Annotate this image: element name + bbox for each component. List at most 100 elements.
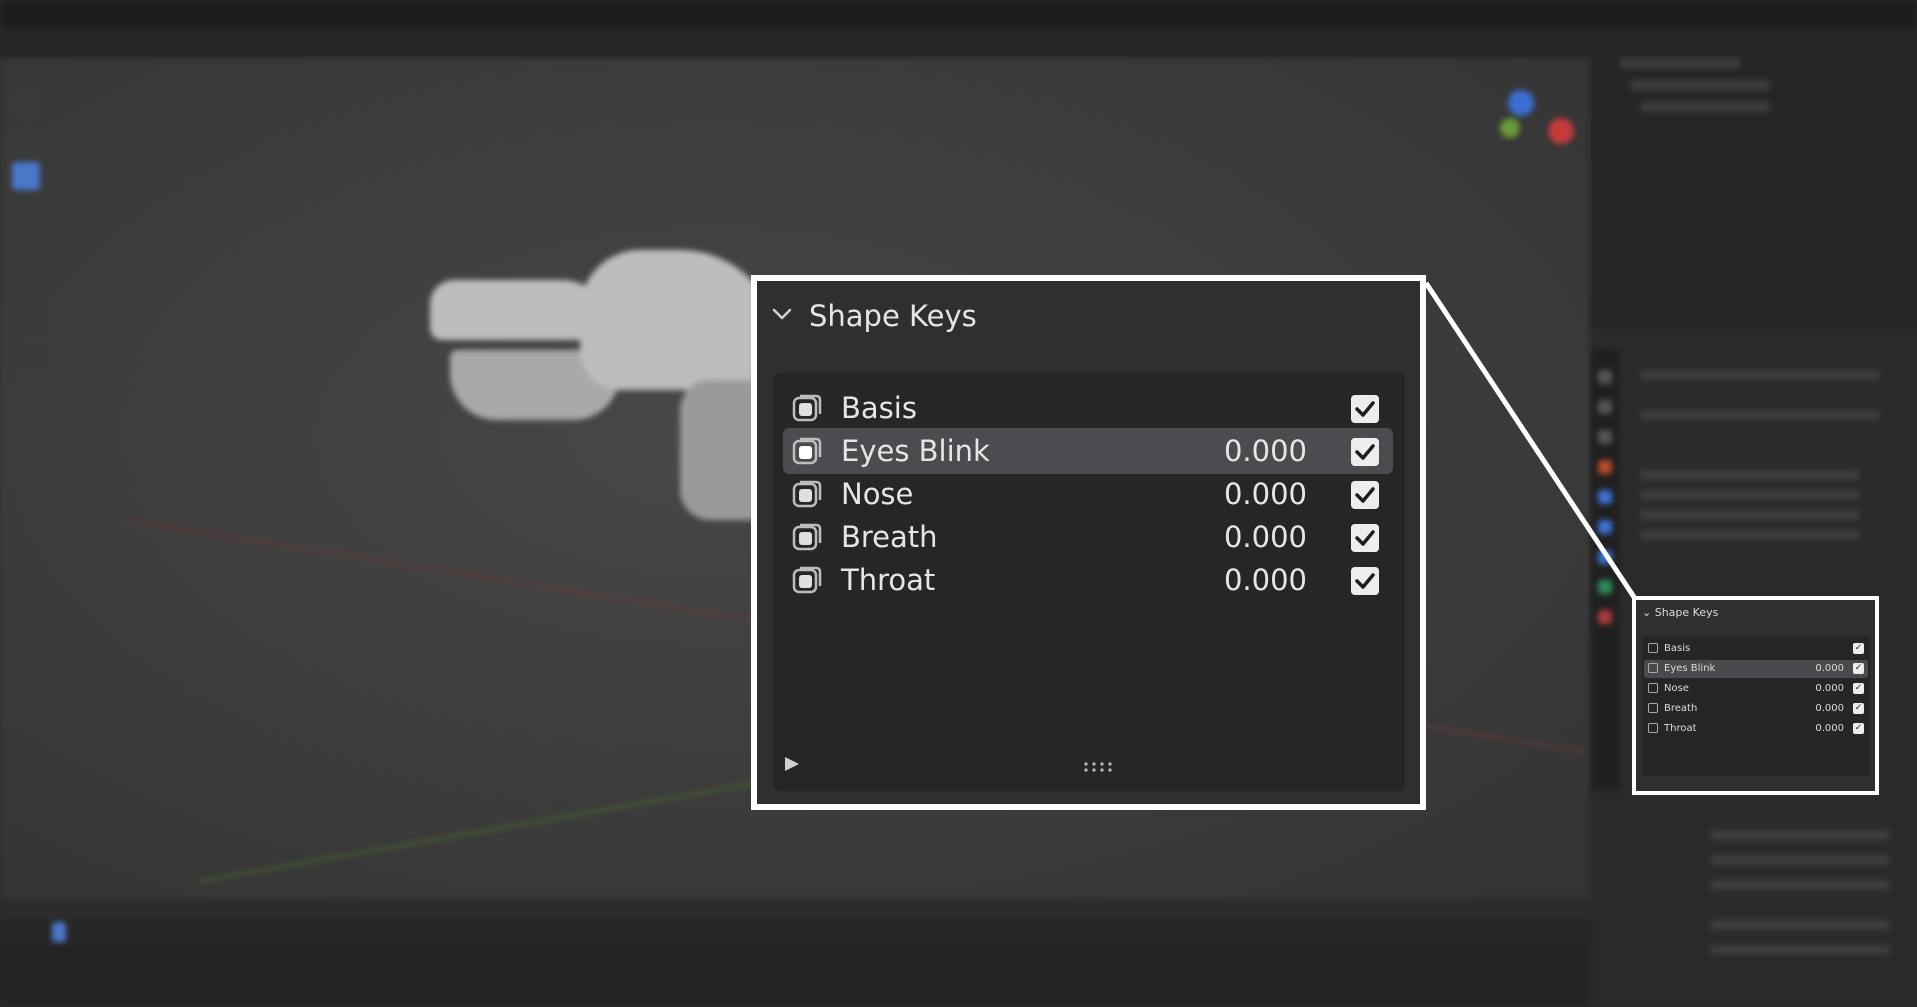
- small-shape-key-name: Breath: [1664, 703, 1698, 714]
- panel-title: Shape Keys: [809, 299, 977, 333]
- shape-key-name: Nose: [841, 477, 914, 511]
- drag-dots-icon[interactable]: [1083, 761, 1113, 773]
- small-shape-key-checkbox[interactable]: ✓: [1853, 723, 1864, 734]
- vertex-group-row: [1640, 530, 1860, 540]
- render-tab-icon[interactable]: [1598, 400, 1612, 414]
- small-shape-key-row[interactable]: Breath 0.000 ✓: [1644, 700, 1868, 718]
- shape-key-icon: [792, 394, 822, 422]
- properties-row: [1710, 830, 1890, 840]
- shape-key-value[interactable]: 0.000: [1224, 477, 1307, 511]
- shape-key-enabled-checkbox[interactable]: [1351, 438, 1379, 466]
- tool-tab-icon[interactable]: [1598, 370, 1612, 384]
- shape-key-icon: [1648, 643, 1658, 653]
- small-shape-key-name: Nose: [1664, 683, 1689, 694]
- shape-keys-panel-original: ⌄ Shape Keys Basis ✓ Eyes Blink 0.000 ✓ …: [1632, 596, 1879, 795]
- scale-tool[interactable]: [12, 234, 40, 262]
- outliner-panel[interactable]: [1590, 28, 1917, 328]
- select-tool[interactable]: [12, 162, 40, 190]
- vertex-group-row: [1640, 490, 1860, 500]
- shape-key-enabled-checkbox[interactable]: [1351, 395, 1379, 423]
- properties-row: [1640, 370, 1880, 380]
- tool-shelf: [6, 90, 50, 420]
- shape-key-value[interactable]: 0.000: [1224, 520, 1307, 554]
- material-tab-icon[interactable]: [1598, 610, 1612, 624]
- small-shape-key-name: Basis: [1664, 643, 1691, 654]
- properties-row: [1710, 855, 1890, 865]
- shape-key-icon: [1648, 663, 1658, 673]
- outliner-row[interactable]: [1630, 80, 1770, 90]
- properties-row: [1710, 920, 1890, 930]
- shape-key-row-throat[interactable]: Throat 0.000: [783, 557, 1393, 603]
- small-shape-key-name: Eyes Blink: [1664, 663, 1716, 674]
- shape-key-icon: [1648, 703, 1658, 713]
- annotate-tool[interactable]: [12, 306, 40, 334]
- timeline-playhead[interactable]: [52, 922, 66, 942]
- small-shape-key-list: Basis ✓ Eyes Blink 0.000 ✓ Nose 0.000 ✓ …: [1642, 636, 1870, 776]
- small-shape-key-checkbox[interactable]: ✓: [1853, 643, 1864, 654]
- shape-key-icon: [792, 480, 822, 508]
- shape-key-enabled-checkbox[interactable]: [1351, 524, 1379, 552]
- shape-key-name: Basis: [841, 391, 917, 425]
- small-shape-key-row[interactable]: Nose 0.000 ✓: [1644, 680, 1868, 698]
- properties-row: [1640, 410, 1880, 420]
- shape-key-list[interactable]: Basis Eyes Blink 0.000 Nose 0.000 Breath…: [773, 373, 1405, 791]
- small-shape-key-name: Throat: [1664, 723, 1697, 734]
- modifier-tab-icon[interactable]: [1598, 490, 1612, 504]
- properties-row: [1710, 880, 1890, 890]
- shape-key-icon: [792, 566, 822, 594]
- small-shape-key-checkbox[interactable]: ✓: [1853, 703, 1864, 714]
- outliner-row[interactable]: [1640, 102, 1770, 112]
- play-triangle-icon[interactable]: [783, 755, 801, 773]
- small-shape-key-row[interactable]: Throat 0.000 ✓: [1644, 720, 1868, 738]
- small-shape-key-checkbox[interactable]: ✓: [1853, 683, 1864, 694]
- cursor-tool[interactable]: [12, 90, 40, 118]
- shape-key-name: Eyes Blink: [841, 434, 990, 468]
- small-shape-key-value[interactable]: 0.000: [1815, 663, 1844, 674]
- shape-key-enabled-checkbox[interactable]: [1351, 567, 1379, 595]
- properties-row: [1710, 945, 1890, 955]
- rotate-tool[interactable]: [12, 198, 40, 226]
- properties-tab-bar: [1590, 350, 1620, 790]
- shape-key-value[interactable]: 0.000: [1224, 563, 1307, 597]
- timeline-ruler[interactable]: [0, 922, 1590, 944]
- object-tab-icon[interactable]: [1598, 460, 1612, 474]
- chevron-down-icon[interactable]: [771, 303, 793, 325]
- shape-key-icon: [1648, 683, 1658, 693]
- top-menu-bar: [0, 0, 1917, 28]
- gizmo-y-icon[interactable]: [1500, 118, 1520, 138]
- small-shape-key-row[interactable]: Basis ✓: [1644, 640, 1868, 658]
- small-panel-title-text: Shape Keys: [1654, 606, 1719, 619]
- data-tab-icon[interactable]: [1598, 580, 1612, 594]
- small-chevron-icon: ⌄: [1642, 606, 1655, 619]
- measure-tool[interactable]: [12, 342, 40, 370]
- physics-tab-icon[interactable]: [1598, 550, 1612, 564]
- small-shape-key-row[interactable]: Eyes Blink 0.000 ✓: [1644, 660, 1868, 678]
- small-shape-key-checkbox[interactable]: ✓: [1853, 663, 1864, 674]
- shape-key-row-basis[interactable]: Basis: [783, 385, 1393, 431]
- transform-tool[interactable]: [12, 270, 40, 298]
- viewport-header: [0, 28, 1590, 58]
- small-panel-title[interactable]: ⌄ Shape Keys: [1642, 606, 1718, 619]
- move-tool[interactable]: [12, 126, 40, 154]
- shape-key-name: Throat: [841, 563, 936, 597]
- small-shape-key-value[interactable]: 0.000: [1815, 723, 1844, 734]
- vertex-group-row: [1640, 470, 1860, 480]
- shape-key-icon: [1648, 723, 1658, 733]
- shape-key-name: Breath: [841, 520, 938, 554]
- shape-key-value[interactable]: 0.000: [1224, 434, 1307, 468]
- output-tab-icon[interactable]: [1598, 430, 1612, 444]
- small-shape-key-value[interactable]: 0.000: [1815, 703, 1844, 714]
- timeline-header: [0, 898, 1590, 920]
- shape-key-row-eyes-blink[interactable]: Eyes Blink 0.000: [783, 428, 1393, 474]
- vertex-group-row: [1640, 510, 1860, 520]
- shape-key-row-nose[interactable]: Nose 0.000: [783, 471, 1393, 517]
- shape-key-row-breath[interactable]: Breath 0.000: [783, 514, 1393, 560]
- outliner-row[interactable]: [1620, 58, 1740, 68]
- small-shape-key-value[interactable]: 0.000: [1815, 683, 1844, 694]
- gizmo-x-icon[interactable]: [1548, 118, 1574, 144]
- shape-keys-callout: Shape Keys Basis Eyes Blink 0.000 Nose 0…: [751, 275, 1426, 810]
- shape-key-icon: [792, 523, 822, 551]
- shape-key-enabled-checkbox[interactable]: [1351, 481, 1379, 509]
- gizmo-z-icon[interactable]: [1508, 90, 1534, 116]
- particles-tab-icon[interactable]: [1598, 520, 1612, 534]
